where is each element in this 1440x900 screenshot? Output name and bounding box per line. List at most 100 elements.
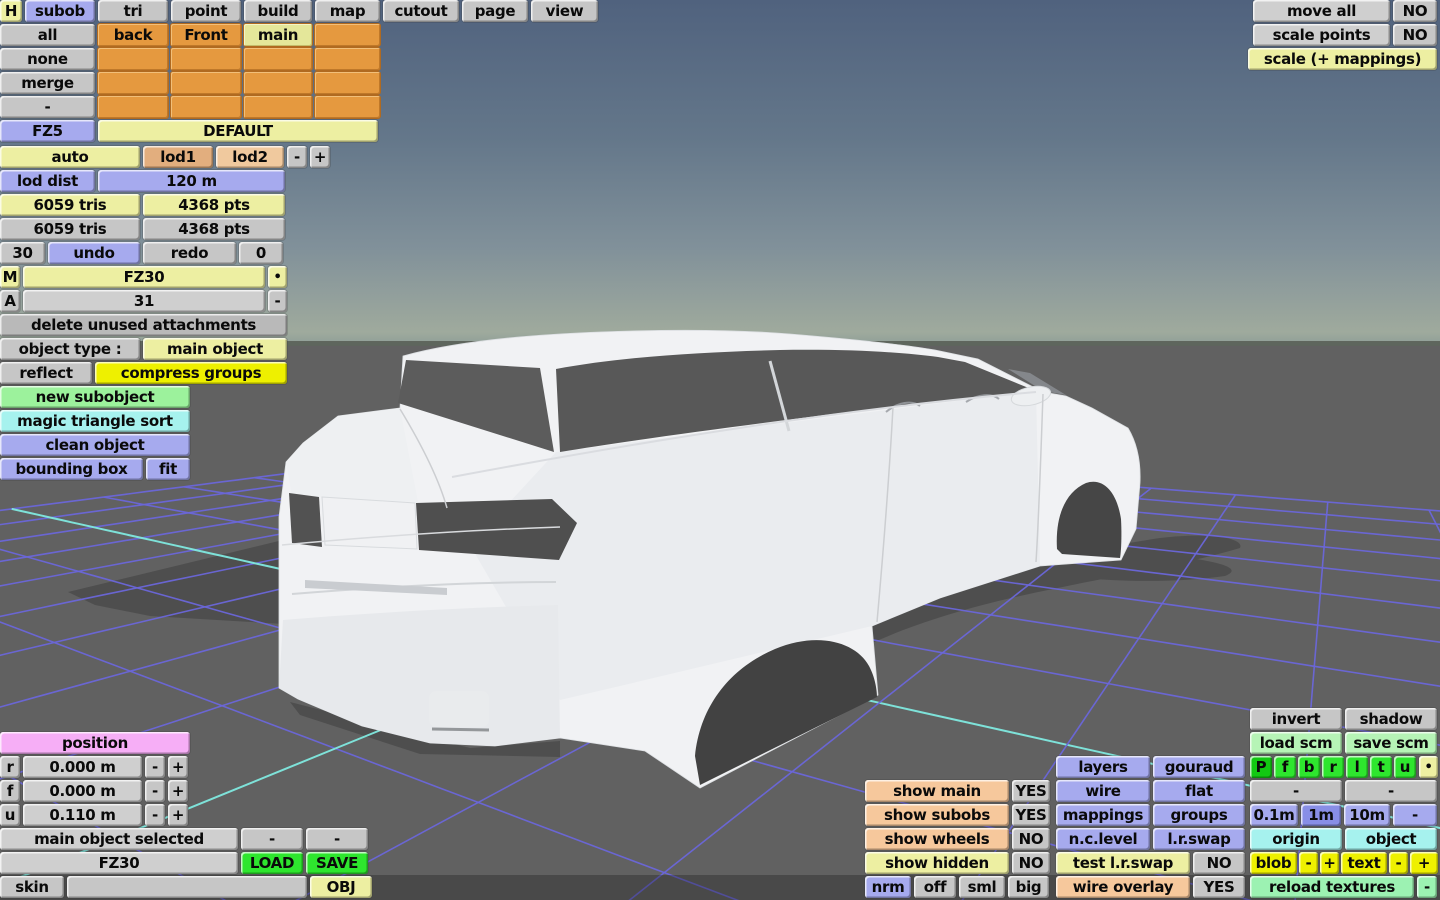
object-button[interactable]: object [1345, 828, 1437, 850]
show-main-button[interactable]: show main [865, 780, 1009, 802]
obj-export-button[interactable]: OBJ [310, 876, 372, 898]
grid-dash-button[interactable]: - [1393, 804, 1437, 826]
text-button[interactable]: text [1341, 852, 1387, 874]
clean-object-button[interactable]: clean object [0, 434, 190, 456]
reflect-button[interactable]: reflect [0, 362, 92, 384]
show-wheels-toggle[interactable]: NO [1012, 828, 1050, 850]
show-subobs-toggle[interactable]: YES [1012, 804, 1050, 826]
menu-build[interactable]: build [244, 0, 312, 22]
text-plus-button[interactable]: + [1410, 852, 1438, 874]
group-cell-main[interactable]: main [244, 24, 312, 46]
save-scm-button[interactable]: save scm [1345, 732, 1437, 754]
skin-name-field[interactable] [67, 876, 307, 898]
delete-unused-attachments-button[interactable]: delete unused attachments [0, 314, 287, 336]
groups-button[interactable]: groups [1153, 804, 1245, 826]
blob-minus-button[interactable]: - [1299, 852, 1318, 874]
blob-plus-button[interactable]: + [1320, 852, 1339, 874]
bounding-box-fit-button[interactable]: fit [146, 458, 190, 480]
default-group-button[interactable]: DEFAULT [98, 120, 378, 142]
model-dot-button[interactable]: • [268, 266, 287, 288]
undo-button[interactable]: undo [48, 242, 140, 264]
menu-subob[interactable]: subob [25, 0, 95, 22]
nrm-off-button[interactable]: off [914, 876, 956, 898]
nrm-sml-button[interactable]: sml [959, 876, 1005, 898]
group-merge-button[interactable]: merge [0, 72, 95, 94]
group-cell-empty[interactable] [315, 48, 380, 70]
position-f-minus[interactable]: - [145, 780, 165, 802]
flag-f-button[interactable]: f [1274, 756, 1296, 778]
lod1-button[interactable]: lod1 [143, 146, 213, 168]
lr-swap-button[interactable]: l.r.swap [1153, 828, 1245, 850]
group-cell-empty[interactable] [98, 48, 168, 70]
wire-button[interactable]: wire [1056, 780, 1150, 802]
group-cell-empty[interactable] [171, 96, 241, 118]
scale-points-button[interactable]: scale points [1253, 24, 1390, 46]
group-none-button[interactable]: none [0, 48, 95, 70]
show-hidden-button[interactable]: show hidden [865, 852, 1009, 874]
invert-button[interactable]: invert [1250, 708, 1342, 730]
bounding-box-button[interactable]: bounding box [0, 458, 143, 480]
flag-t-button[interactable]: t [1370, 756, 1392, 778]
compress-groups-button[interactable]: compress groups [95, 362, 287, 384]
scale-points-toggle[interactable]: NO [1393, 24, 1437, 46]
flag-u-button[interactable]: u [1394, 756, 1416, 778]
flat-button[interactable]: flat [1153, 780, 1245, 802]
test-lr-swap-button[interactable]: test l.r.swap [1056, 852, 1190, 874]
flag-r-button[interactable]: r [1322, 756, 1344, 778]
nrm-button[interactable]: nrm [865, 876, 911, 898]
grid-0.1m-button[interactable]: 0.1m [1250, 804, 1298, 826]
fz5-button[interactable]: FZ5 [0, 120, 95, 142]
wire-overlay-button[interactable]: wire overlay [1056, 876, 1190, 898]
attachment-minus-button[interactable]: - [268, 290, 287, 312]
skin-button[interactable]: skin [0, 876, 64, 898]
menu-view[interactable]: view [531, 0, 598, 22]
group-cell-empty[interactable] [315, 24, 380, 46]
gouraud-button[interactable]: gouraud [1153, 756, 1245, 778]
position-title[interactable]: position [0, 732, 190, 754]
reload-textures-button[interactable]: reload textures [1250, 876, 1414, 898]
position-r-minus[interactable]: - [145, 756, 165, 778]
status-dash-1[interactable]: - [241, 828, 303, 850]
show-wheels-button[interactable]: show wheels [865, 828, 1009, 850]
group-cell-empty[interactable] [244, 48, 312, 70]
show-main-toggle[interactable]: YES [1012, 780, 1050, 802]
group-cell-empty[interactable] [244, 96, 312, 118]
show-subobs-button[interactable]: show subobs [865, 804, 1009, 826]
group-cell-empty[interactable] [98, 72, 168, 94]
group-cell-empty[interactable] [315, 72, 380, 94]
magic-triangle-sort-button[interactable]: magic triangle sort [0, 410, 190, 432]
origin-button[interactable]: origin [1250, 828, 1342, 850]
position-r-plus[interactable]: + [168, 756, 188, 778]
text-minus-button[interactable]: - [1389, 852, 1408, 874]
load-scm-button[interactable]: load scm [1250, 732, 1342, 754]
menu-h[interactable]: H [0, 0, 22, 22]
position-f-value[interactable]: 0.000 m [23, 780, 142, 802]
flag-l-button[interactable]: l [1346, 756, 1368, 778]
flag-b-button[interactable]: b [1298, 756, 1320, 778]
layers-button[interactable]: layers [1056, 756, 1150, 778]
status-dash-2[interactable]: - [306, 828, 368, 850]
group-cell-back[interactable]: back [98, 24, 168, 46]
mappings-button[interactable]: mappings [1056, 804, 1150, 826]
wire-overlay-toggle[interactable]: YES [1193, 876, 1245, 898]
lod-plus-button[interactable]: + [310, 146, 330, 168]
model-name-field[interactable]: FZ30 [23, 266, 265, 288]
group-cell-empty[interactable] [98, 96, 168, 118]
object-type-value[interactable]: main object [143, 338, 287, 360]
menu-page[interactable]: page [462, 0, 528, 22]
grid-1m-button[interactable]: 1m [1301, 804, 1341, 826]
scale-mappings-button[interactable]: scale (+ mappings) [1248, 48, 1437, 70]
test-lr-swap-toggle[interactable]: NO [1193, 852, 1245, 874]
blob-button[interactable]: blob [1250, 852, 1297, 874]
move-all-toggle[interactable]: NO [1393, 0, 1437, 22]
reload-textures-dash[interactable]: - [1417, 876, 1437, 898]
attachment-count-field[interactable]: 31 [23, 290, 265, 312]
lod2-button[interactable]: lod2 [216, 146, 284, 168]
group-cell-empty[interactable] [315, 96, 380, 118]
group-cell-empty[interactable] [244, 72, 312, 94]
new-subobject-button[interactable]: new subobject [0, 386, 190, 408]
position-u-minus[interactable]: - [145, 804, 165, 826]
grid-10m-button[interactable]: 10m [1344, 804, 1390, 826]
menu-cutout[interactable]: cutout [383, 0, 459, 22]
group-minus-button[interactable]: - [0, 96, 95, 118]
